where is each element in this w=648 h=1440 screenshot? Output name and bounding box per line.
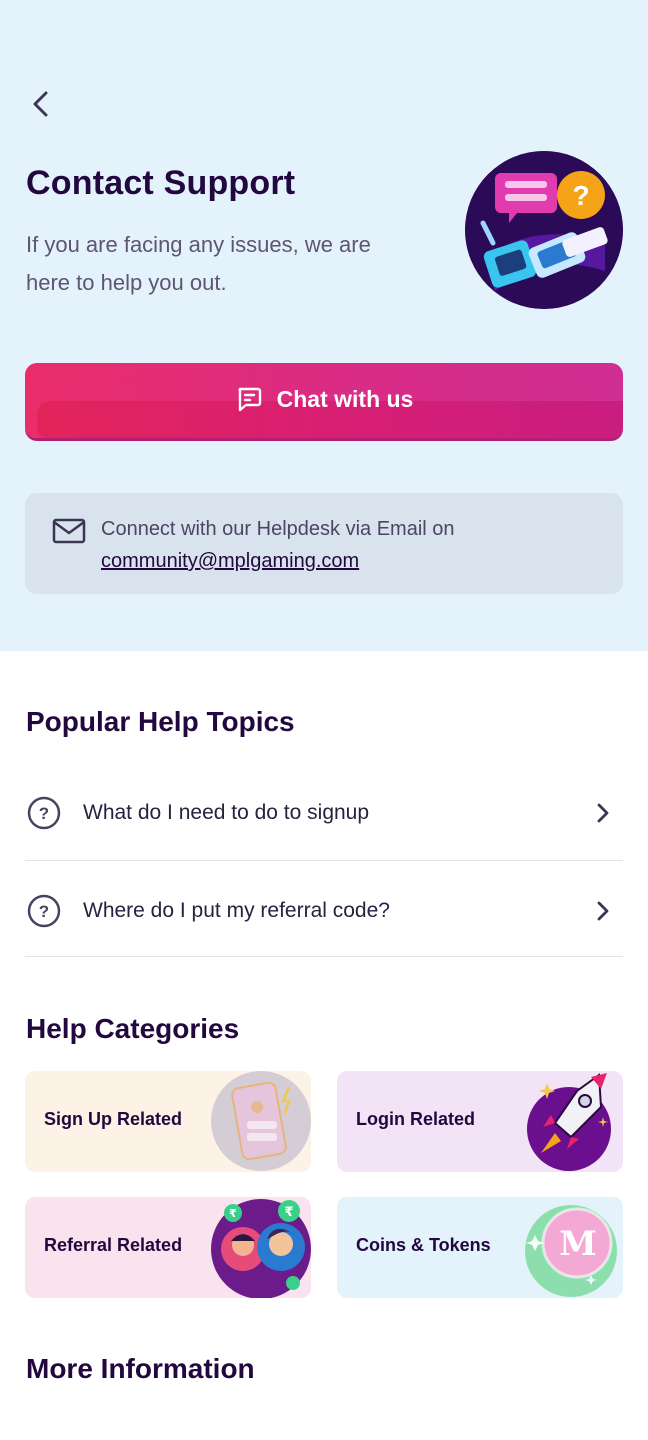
back-arrow-icon [33,91,48,117]
chevron-right-icon [597,803,609,822]
email-card-text: Connect with our Helpdesk via Email on [101,518,455,540]
category-label: Sign Up Related [44,1109,183,1129]
signup-phone-icon [211,1071,311,1171]
page-title: Contact Support [26,164,296,202]
coin-token-icon: M [525,1205,617,1297]
referral-friends-icon: ₹ ₹ [211,1199,311,1298]
svg-text:?: ? [39,804,49,823]
category-login-related[interactable]: Login Related [337,1071,623,1172]
chat-with-us-button[interactable]: Chat with us [25,363,623,438]
category-coins-tokens[interactable]: Coins & Tokens M [337,1197,623,1298]
help-categories-title: Help Categories [26,1013,240,1044]
topic-label: Where do I put my referral code? [83,898,390,922]
chevron-right-icon [597,901,609,920]
category-label: Referral Related [44,1235,183,1255]
category-label: Login Related [356,1109,476,1129]
svg-text:?: ? [572,180,589,211]
email-helpdesk-card: Connect with our Helpdesk via Email on c… [25,493,623,594]
email-link[interactable]: community@mplgaming.com [101,545,359,577]
svg-text:?: ? [39,902,49,921]
svg-text:₹: ₹ [284,1205,293,1220]
category-signup-related[interactable]: Sign Up Related [25,1071,311,1172]
subtitle-line-2: here to help you out. [26,270,227,295]
page-subtitle: If you are facing any issues, we are her… [26,226,446,302]
category-label: Coins & Tokens [356,1235,491,1255]
svg-text:₹: ₹ [229,1207,237,1220]
divider [25,956,623,957]
header-section: Contact Support If you are facing any is… [0,0,648,651]
topic-row-signup[interactable]: ? What do I need to do to signup [25,764,623,861]
question-circle-icon: ? [27,894,61,927]
topic-label: What do I need to do to signup [83,800,370,824]
divider [25,860,623,861]
chat-button-label: Chat with us [276,385,414,412]
svg-text:M: M [559,1224,597,1264]
rocket-icon [527,1073,611,1171]
question-circle-icon: ? [27,796,61,829]
support-illustration: ? [465,151,623,309]
popular-topics-title: Popular Help Topics [26,706,295,737]
back-button[interactable] [22,86,58,122]
subtitle-line-1: If you are facing any issues, we are [26,232,371,257]
chat-icon [238,387,261,412]
topic-row-referral-code[interactable]: ? Where do I put my referral code? [25,862,623,959]
mail-icon [52,518,86,544]
more-information-title: More Information [26,1353,255,1384]
category-referral-related[interactable]: Referral Related ₹ ₹ [25,1197,311,1298]
